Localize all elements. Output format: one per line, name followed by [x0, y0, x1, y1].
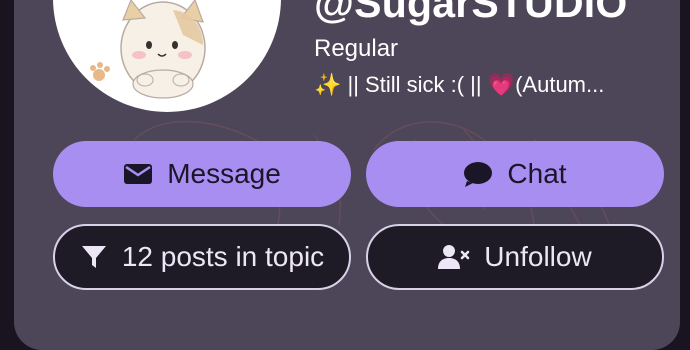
user-title: Regular [314, 35, 399, 62]
chat-button-label: Chat [507, 158, 567, 189]
message-button-label: Message [167, 158, 281, 189]
user-card: @SugarSTUDIO Regular ✨ || Still sick :( … [14, 0, 680, 350]
avatar[interactable] [53, 0, 281, 112]
chat-bubble-icon [463, 161, 493, 187]
unfollow-button[interactable]: Unfollow [366, 224, 664, 290]
user-x-icon [438, 244, 470, 270]
avatar-illustration [90, 0, 206, 99]
posts-in-topic-label: 12 posts in topic [121, 241, 325, 272]
unfollow-button-label: Unfollow [484, 241, 592, 272]
filter-icon [80, 243, 108, 271]
envelope-icon [123, 162, 153, 186]
chat-button[interactable]: Chat [366, 141, 664, 207]
message-button[interactable]: Message [53, 141, 351, 207]
username: @SugarSTUDIO [314, 0, 628, 26]
posts-in-topic-button[interactable]: 12 posts in topic [53, 224, 351, 290]
user-status: ✨ || Still sick :( || 💗(Autum... [314, 72, 605, 97]
